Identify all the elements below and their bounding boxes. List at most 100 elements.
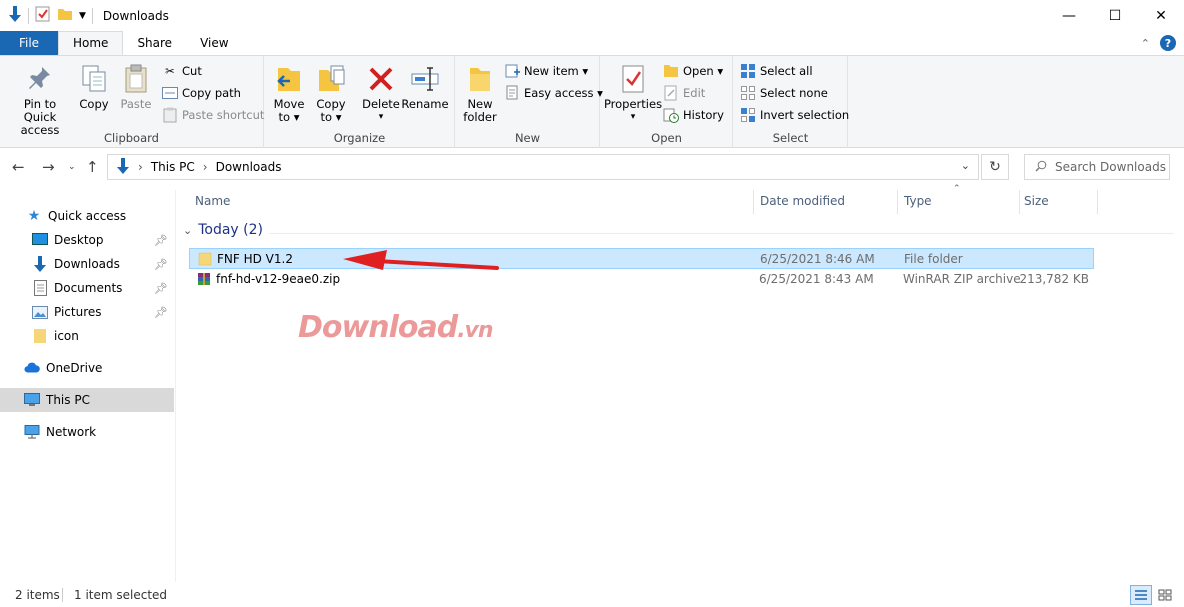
copy-to-button[interactable]: Copy to ▾ [313,62,349,124]
invert-selection-label: Invert selection [760,108,850,122]
new-folder-qat-icon[interactable] [57,6,73,25]
navigation-pane: ★ Quick access Desktop 📌︎ Downloads 📌︎ D… [0,190,176,582]
copy-path-label: Copy path [182,86,241,100]
group-header-today[interactable]: ⌄ Today (2) [183,222,263,238]
breadcrumb-separator-icon: › [202,160,208,174]
qat-divider [28,7,29,24]
delete-label: Delete [362,97,400,111]
folder-icon [32,328,48,344]
edit-button[interactable]: Edit [663,85,705,101]
scissors-icon: ✂ [165,64,175,78]
nav-item-desktop[interactable]: Desktop 📌︎ [0,228,174,252]
column-divider[interactable] [1097,190,1098,214]
rename-button[interactable]: Rename [401,62,449,111]
pin-icon[interactable]: 📌︎ [154,234,168,247]
group-collapse-chevron-icon[interactable]: ⌄ [183,224,192,237]
history-button[interactable]: History [663,107,724,123]
pin-label-1: Pin to Quick [23,97,57,124]
tab-file[interactable]: File [0,31,58,55]
recent-locations-chevron-icon[interactable]: ⌄ [68,162,76,172]
edit-icon [663,85,679,101]
file-type: File folder [904,252,963,266]
collapse-ribbon-icon[interactable]: ⌃ [1141,37,1150,50]
large-icons-view-icon [1158,589,1172,601]
minimize-button[interactable]: — [1046,0,1092,31]
copy-label: Copy [79,97,109,111]
computer-icon [24,392,40,408]
nav-this-pc[interactable]: This PC [0,388,174,412]
pin-icon[interactable]: 📌︎ [154,282,168,295]
copy-path-icon [162,85,178,101]
copy-path-button[interactable]: Copy path [162,85,241,101]
tab-home[interactable]: Home [58,31,124,55]
nav-quick-access[interactable]: ★ Quick access [0,204,174,228]
copy-to-icon [315,62,347,96]
properties-check-icon[interactable] [35,6,51,25]
address-dropdown-chevron-icon[interactable]: ⌄ [961,159,970,172]
help-icon[interactable]: ? [1160,35,1176,51]
column-header-date[interactable]: Date modified [742,186,886,216]
nav-onedrive[interactable]: OneDrive [0,356,174,380]
address-bar[interactable]: › This PC › Downloads ⌄ [107,154,979,180]
new-folder-button[interactable]: New folder [460,62,500,124]
move-to-button[interactable]: Move to ▾ [271,62,307,124]
paste-shortcut-icon [162,107,178,123]
navigation-row: ← → ⌄ ↑ › This PC › Downloads ⌄ ↻ Search… [0,152,1184,182]
easy-access-label: Easy access ▾ [524,86,603,100]
paste-shortcut-label: Paste shortcut [182,108,265,122]
details-view-button[interactable] [1130,585,1152,605]
column-header-size[interactable]: Size [1006,186,1096,216]
qat-dropdown-icon[interactable]: ▼ [79,11,86,21]
nav-downloads-label: Downloads [54,257,120,271]
select-all-button[interactable]: Select all [740,63,813,79]
file-row[interactable]: FNF HD V1.2 6/25/2021 8:46 AM File folde… [189,248,1094,269]
select-all-label: Select all [760,64,813,78]
nav-network[interactable]: Network [0,420,174,444]
new-item-button[interactable]: New item ▾ [504,63,588,79]
pin-icon[interactable]: 📌︎ [154,258,168,271]
breadcrumb-downloads[interactable]: Downloads [216,160,282,174]
new-folder-label-2: folder [463,110,497,124]
select-none-button[interactable]: Select none [740,85,828,101]
close-button[interactable]: ✕ [1138,0,1184,31]
breadcrumb-this-pc[interactable]: This PC [151,160,195,174]
file-size: 213,782 KB [1019,272,1089,286]
search-box[interactable]: Search Downloads [1024,154,1170,180]
history-icon [663,107,679,123]
clipboard-group: Pin to Quick access Copy Paste ✂ Cut Cop… [0,56,264,148]
tab-share[interactable]: Share [123,31,186,55]
new-group-label: New [514,131,541,145]
paste-shortcut-button[interactable]: Paste shortcut [162,107,264,123]
nav-item-icon[interactable]: icon [0,324,174,348]
pin-to-quick-access-button[interactable]: Pin to Quick access [6,62,74,137]
watermark-suffix: .vn [457,318,493,343]
tab-view[interactable]: View [186,31,242,55]
refresh-button[interactable]: ↻ [981,154,1009,180]
back-arrow-icon[interactable]: ← [12,158,25,176]
paste-button[interactable]: Paste [118,62,154,111]
nav-item-pictures[interactable]: Pictures 📌︎ [0,300,174,324]
nav-onedrive-label: OneDrive [46,361,103,375]
nav-item-downloads[interactable]: Downloads 📌︎ [0,252,174,276]
move-to-icon [273,62,305,96]
maximize-button[interactable]: ☐ [1092,0,1138,31]
pin-icon[interactable]: 📌︎ [154,306,168,319]
open-button[interactable]: Open ▾ [663,63,723,79]
forward-arrow-icon[interactable]: → [42,158,55,176]
history-label: History [683,108,724,122]
column-header-type[interactable]: Type [886,186,1016,216]
properties-button[interactable]: Properties ▾ [604,62,662,124]
qat-divider [91,7,93,24]
copy-button[interactable]: Copy [76,62,112,111]
cut-button[interactable]: ✂ Cut [162,63,202,79]
documents-icon [32,280,48,296]
nav-item-documents[interactable]: Documents 📌︎ [0,276,174,300]
select-none-label: Select none [760,86,828,100]
easy-access-button[interactable]: Easy access ▾ [504,85,603,101]
file-row[interactable]: fnf-hd-v12-9eae0.zip 6/25/2021 8:43 AM W… [189,269,1094,290]
invert-selection-button[interactable]: Invert selection [740,107,849,123]
delete-button[interactable]: Delete ▾ [361,62,401,124]
column-header-name[interactable]: Name [177,186,753,216]
large-icons-view-button[interactable] [1154,585,1176,605]
up-arrow-icon[interactable]: ↑ [86,158,99,176]
